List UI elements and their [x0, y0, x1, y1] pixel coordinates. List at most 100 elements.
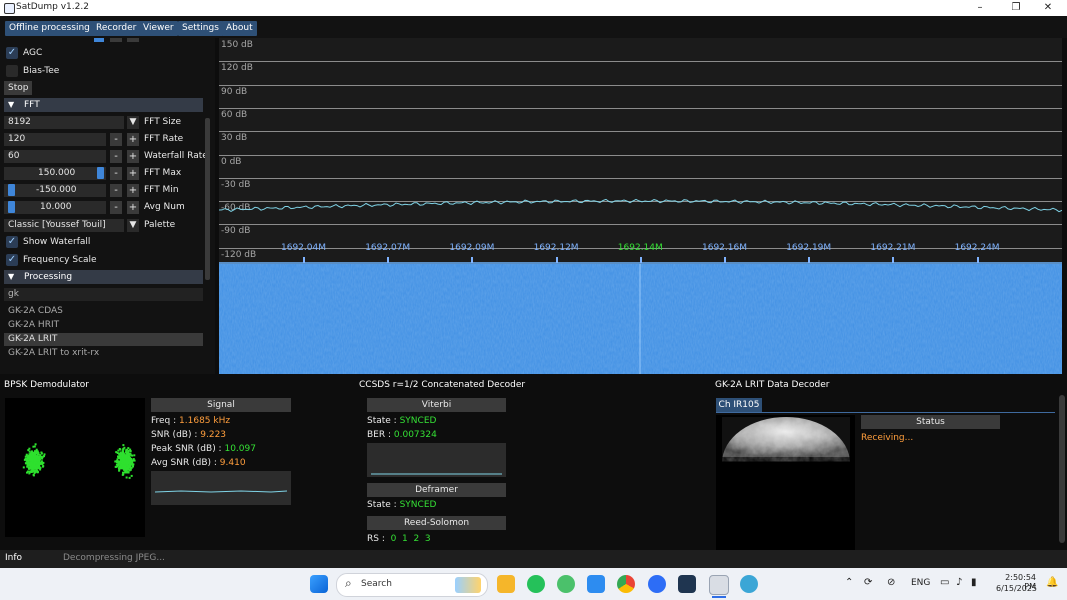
- frequency-tick-label: 1692.12M: [533, 243, 579, 253]
- pipeline-item[interactable]: GK-2A LRIT to xrit-rx: [4, 347, 203, 360]
- avg-num-slider[interactable]: 10.000: [4, 201, 106, 214]
- frequency-scale-label: Frequency Scale: [23, 255, 97, 265]
- fft-rate-input[interactable]: 120: [4, 133, 106, 146]
- gain-slider-knob[interactable]: [94, 38, 104, 42]
- minimize-button[interactable]: –: [965, 0, 995, 16]
- fft-size-dropdown-icon[interactable]: ▼: [127, 116, 139, 129]
- frequency-tick: [892, 257, 895, 263]
- palette-select[interactable]: Classic [Youssef Touil]: [4, 219, 124, 232]
- freq-row: Freq : 1.1685 kHz: [151, 416, 230, 426]
- taskbar-search-box[interactable]: ⌕ Search: [336, 573, 488, 597]
- frequency-scale-checkbox[interactable]: ✓: [6, 254, 18, 266]
- gain-plus-button[interactable]: [127, 38, 139, 42]
- fft-rate-value: 120: [8, 134, 26, 144]
- tab-ch-ir105[interactable]: Ch IR105: [716, 398, 762, 412]
- waterfall-rate-plus-button[interactable]: +: [127, 150, 139, 163]
- fft-min-slider[interactable]: -150.000: [4, 184, 106, 197]
- notification-bell-icon[interactable]: 🔔: [1046, 577, 1058, 588]
- fft-section-header[interactable]: ▼ FFT: [4, 98, 203, 112]
- fft-size-select[interactable]: 8192: [4, 116, 124, 129]
- show-waterfall-checkbox[interactable]: ✓: [6, 236, 18, 248]
- fft-spectrum-plot[interactable]: 150 dB 120 dB 90 dB 60 dB 30 dB 0 dB -30 dB -60…: [219, 38, 1062, 264]
- frequency-tick-label: 1692.14M: [617, 243, 663, 253]
- menu-about[interactable]: About: [222, 21, 257, 36]
- frequency-tick-label: 1692.21M: [870, 243, 916, 253]
- agc-checkbox[interactable]: ✓: [6, 47, 18, 59]
- avg-num-plus-button[interactable]: +: [127, 201, 139, 214]
- search-highlight-icon: [455, 577, 481, 593]
- tray-network-off-icon[interactable]: ⊘: [887, 577, 895, 588]
- clock-date[interactable]: 6/15/2025: [996, 584, 1037, 593]
- fft-min-plus-button[interactable]: +: [127, 184, 139, 197]
- pipeline-search-input[interactable]: gk: [4, 288, 203, 301]
- window-title: SatDump v1.2.2: [16, 2, 89, 12]
- decoder-scrollbar[interactable]: [1059, 395, 1065, 543]
- fft-min-minus-button[interactable]: -: [110, 184, 122, 197]
- show-waterfall-label: Show Waterfall: [23, 237, 91, 247]
- chrome-icon[interactable]: [617, 575, 635, 593]
- language-indicator[interactable]: ENG: [911, 578, 930, 588]
- pipeline-item-selected[interactable]: GK-2A LRIT: [4, 333, 203, 346]
- search-icon: ⌕: [345, 576, 352, 590]
- left-panel-scrollbar[interactable]: [205, 118, 210, 280]
- maximize-button[interactable]: ❐: [1001, 0, 1031, 16]
- tray-battery-icon[interactable]: ▮: [971, 577, 977, 588]
- menu-settings[interactable]: Settings: [178, 21, 223, 36]
- fft-min-slider-knob[interactable]: [8, 184, 15, 196]
- freq-label: Freq :: [151, 416, 177, 426]
- stop-button[interactable]: Stop: [4, 81, 33, 95]
- rs-row: RS : 0 1 2 3: [367, 534, 431, 544]
- ir105-image-preview[interactable]: [716, 415, 855, 550]
- terminal-icon[interactable]: [678, 575, 696, 593]
- wechat-icon[interactable]: [557, 575, 575, 593]
- fft-max-slider[interactable]: 150.000: [4, 167, 106, 180]
- fft-min-value: -150.000: [36, 185, 77, 195]
- zoom-icon[interactable]: [648, 575, 666, 593]
- constellation-plot: [5, 398, 145, 537]
- tray-display-icon[interactable]: ▭: [940, 577, 949, 588]
- snr-row: SNR (dB) : 9.223: [151, 430, 226, 440]
- tray-sync-icon[interactable]: ⟳: [864, 577, 872, 588]
- menu-viewer[interactable]: Viewer: [139, 21, 178, 36]
- close-button[interactable]: ✕: [1033, 0, 1063, 16]
- fft-max-minus-button[interactable]: -: [110, 167, 122, 180]
- file-explorer-icon[interactable]: [497, 575, 515, 593]
- ber-value: 0.007324: [393, 430, 437, 440]
- whatsapp-icon[interactable]: [527, 575, 545, 593]
- peak-snr-value: 10.097: [224, 444, 256, 454]
- windows-taskbar: ⌕ Search ⌃ ⟳ ⊘ ENG ▭ ♪ ▮ 2:50:54 PM 6/15…: [0, 568, 1067, 600]
- processing-section-header[interactable]: ▼ Processing: [4, 270, 203, 284]
- bias-tee-checkbox[interactable]: [6, 65, 18, 77]
- ccsds-decoder-title: CCSDS r=1/2 Concatenated Decoder: [359, 380, 526, 390]
- info-tab[interactable]: Info: [5, 553, 22, 563]
- pipeline-item[interactable]: GK-2A CDAS: [4, 305, 203, 318]
- globe-app-icon[interactable]: [740, 575, 758, 593]
- tray-chevron-icon[interactable]: ⌃: [845, 577, 853, 588]
- frequency-tick-label: 1692.19M: [786, 243, 832, 253]
- snr-label: SNR (dB) :: [151, 430, 198, 440]
- processing-header-label: Processing: [24, 272, 73, 282]
- satdump-taskbar-icon[interactable]: [709, 575, 729, 595]
- avg-num-minus-button[interactable]: -: [110, 201, 122, 214]
- status-header: Status: [861, 415, 1000, 429]
- notepad-icon[interactable]: [587, 575, 605, 593]
- waterfall-display[interactable]: [219, 264, 1062, 374]
- tab-underline: [716, 412, 1055, 413]
- waterfall-rate-minus-button[interactable]: -: [110, 150, 122, 163]
- pipeline-item[interactable]: GK-2A HRIT: [4, 319, 203, 332]
- fft-rate-plus-button[interactable]: +: [127, 133, 139, 146]
- tray-volume-icon[interactable]: ♪: [956, 577, 962, 588]
- menu-recorder[interactable]: Recorder: [92, 21, 141, 36]
- waterfall-rate-input[interactable]: 60: [4, 150, 106, 163]
- avg-snr-label: Avg SNR (dB) :: [151, 458, 217, 468]
- avg-num-slider-knob[interactable]: [8, 201, 15, 213]
- menu-offline-processing[interactable]: Offline processing: [5, 21, 94, 36]
- fft-max-slider-knob[interactable]: [97, 167, 104, 179]
- start-icon[interactable]: [310, 575, 328, 593]
- fft-rate-minus-button[interactable]: -: [110, 133, 122, 146]
- palette-value: Classic [Youssef Touil]: [8, 220, 106, 230]
- gain-minus-button[interactable]: [110, 38, 122, 42]
- fft-max-plus-button[interactable]: +: [127, 167, 139, 180]
- ber-label: BER :: [367, 430, 392, 440]
- palette-dropdown-icon[interactable]: ▼: [127, 219, 139, 232]
